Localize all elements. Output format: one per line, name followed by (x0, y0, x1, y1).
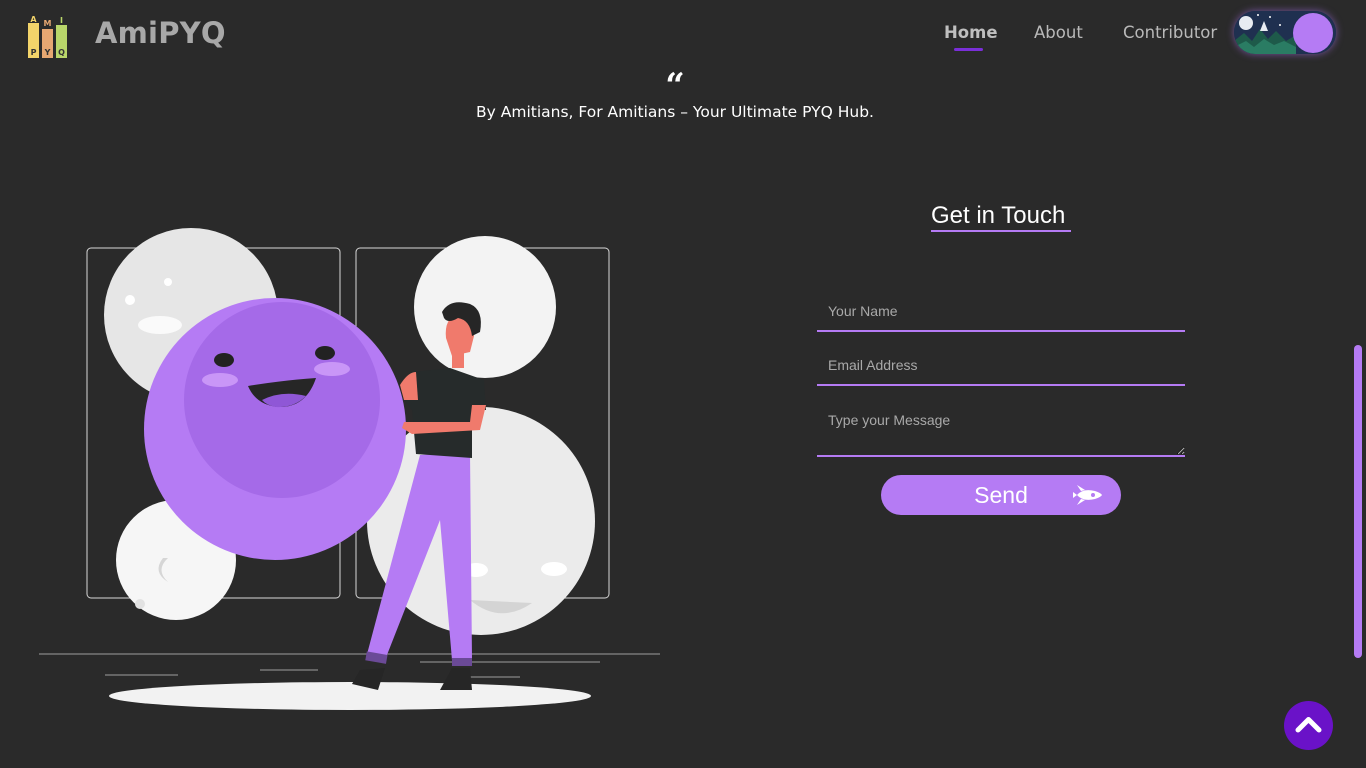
logo-letter-q: Q (58, 48, 65, 57)
nav-contributor[interactable]: Contributor (1123, 23, 1217, 42)
theme-toggle[interactable] (1234, 11, 1336, 54)
send-button[interactable]: Send (881, 475, 1121, 515)
person-with-bubbles-illustration (39, 228, 660, 710)
scroll-to-top-button[interactable] (1284, 701, 1333, 750)
chevron-up-icon (1295, 717, 1322, 733)
logo-letter-i: I (60, 16, 63, 25)
name-input[interactable] (817, 292, 1185, 332)
logo[interactable]: A M I P Y Q (27, 15, 69, 59)
contact-title: Get in Touch (931, 202, 1066, 229)
rocket-icon (1073, 485, 1102, 505)
logo-letter-m: M (44, 19, 52, 28)
nav-about[interactable]: About (1034, 23, 1083, 42)
page-scrollbar[interactable] (1350, 0, 1366, 768)
logo-letter-p: P (31, 48, 37, 57)
logo-letter-y: Y (44, 48, 51, 57)
logo-letter-a: A (30, 15, 37, 24)
active-nav-underline (954, 48, 983, 51)
logo-bars-icon: A M I P Y Q (28, 15, 67, 58)
scrollbar-thumb[interactable] (1354, 345, 1362, 658)
hero-illustration (36, 225, 666, 715)
title-underline (931, 230, 1071, 232)
tagline: By Amitians, For Amitians – Your Ultimat… (476, 103, 874, 121)
nav-home[interactable]: Home (944, 23, 998, 42)
brand-name[interactable]: AmiPYQ (95, 16, 226, 50)
quote-mark: “ (665, 66, 685, 106)
email-input[interactable] (817, 346, 1185, 386)
message-textarea[interactable] (817, 404, 1185, 457)
toggle-knob[interactable] (1293, 13, 1333, 53)
